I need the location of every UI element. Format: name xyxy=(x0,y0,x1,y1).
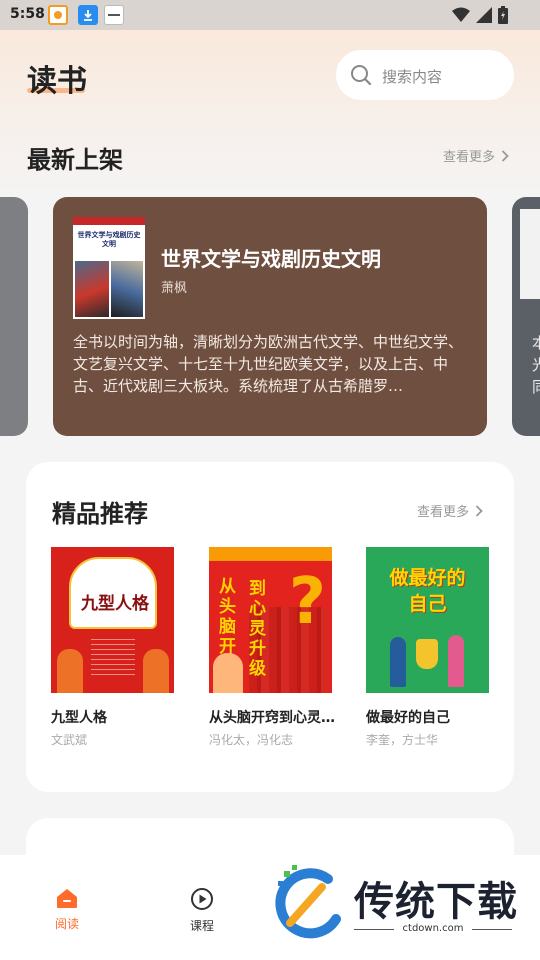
next-card-text: 本 xyxy=(532,334,540,352)
page-title: 读书 xyxy=(27,64,87,99)
book-author: 文武斌 xyxy=(51,733,88,747)
more-label: 查看更多 xyxy=(443,150,496,165)
featured-book-title: 世界文学与戏剧历史文明 xyxy=(161,247,381,271)
watermark-text: 传统下载 xyxy=(354,879,518,925)
battery-icon xyxy=(498,6,508,24)
recommended-title: 精品推荐 xyxy=(52,500,148,528)
book-title: 从头脑开窍到心灵… xyxy=(209,710,335,726)
cover-title: 自己 xyxy=(408,593,447,615)
next-book-card[interactable] xyxy=(512,197,540,436)
featured-book-author: 萧枫 xyxy=(161,281,188,296)
watermark-url: ctdown.com xyxy=(354,923,512,934)
app-notification-icon xyxy=(48,5,68,25)
watermark-logo: 传统下载 ctdown.com xyxy=(262,857,540,952)
status-bar: 5:58 xyxy=(0,0,540,30)
book-cover: ? 从头脑开窍 到心灵升级 xyxy=(209,547,332,693)
book-cover: 九型人格 xyxy=(51,547,174,693)
cover-title: 做最好的 xyxy=(389,567,466,589)
book-author: 冯化太，冯化志 xyxy=(209,733,294,747)
status-time: 5:58 xyxy=(10,6,45,22)
search-placeholder: 搜索内容 xyxy=(382,68,443,86)
book-item[interactable]: ? 从头脑开窍 到心灵升级 从头脑开窍到心灵… 冯化太，冯化志 xyxy=(209,547,335,747)
chevron-right-icon xyxy=(501,149,509,162)
prev-book-card[interactable] xyxy=(0,197,28,436)
wifi-icon xyxy=(452,7,470,22)
next-book-cover xyxy=(520,209,540,299)
tab-read[interactable]: 阅读 xyxy=(37,887,97,932)
tab-course[interactable]: 课程 xyxy=(172,887,232,934)
watermark-mark-icon xyxy=(275,865,341,939)
search-bar[interactable]: 搜索内容 xyxy=(336,50,514,100)
recommended-more-link[interactable]: 查看更多 xyxy=(417,501,483,520)
next-card-text: 光 xyxy=(532,356,540,374)
play-circle-icon xyxy=(191,888,213,910)
next-card-text: 同 xyxy=(532,378,540,396)
cover-title: 到心灵升级 xyxy=(249,579,266,679)
cover-title: 九型人格 xyxy=(81,594,149,614)
book-cover: 做最好的 自己 xyxy=(366,547,489,693)
book-title: 做最好的自己 xyxy=(366,710,450,726)
book-title: 九型人格 xyxy=(51,710,107,726)
new-arrivals-title: 最新上架 xyxy=(27,146,123,174)
featured-book-card[interactable]: 世界文学与戏剧历史文明 世界文学与戏剧历史文明 萧枫 全书以时间为轴，清晰划分为… xyxy=(53,197,487,436)
home-icon xyxy=(57,889,77,908)
new-arrivals-more-link[interactable]: 查看更多 xyxy=(443,146,509,165)
tab-label: 课程 xyxy=(189,919,214,933)
download-notification-icon xyxy=(78,5,98,25)
chevron-right-icon xyxy=(475,504,483,517)
book-item[interactable]: 做最好的 自己 做最好的自己 李奎，方士华 xyxy=(366,547,489,747)
featured-book-cover: 世界文学与戏剧历史文明 xyxy=(73,217,145,319)
cover-title: 世界文学与戏剧历史文明 xyxy=(77,231,141,248)
more-label: 查看更多 xyxy=(417,505,470,520)
book-author: 李奎，方士华 xyxy=(366,733,439,747)
signal-icon xyxy=(476,7,492,23)
recommended-section: 精品推荐 查看更多 九型人格 九型人格 文武斌 ? 从头脑开窍 到心灵升级 从头… xyxy=(26,462,514,792)
news-notification-icon xyxy=(104,5,124,25)
book-item[interactable]: 九型人格 九型人格 文武斌 xyxy=(51,547,174,747)
tab-label: 阅读 xyxy=(54,917,79,931)
featured-book-description: 全书以时间为轴，清晰划分为欧洲古代文学、中世纪文学、文艺复兴文学、十七至十九世纪… xyxy=(73,333,464,395)
search-icon xyxy=(351,65,372,86)
